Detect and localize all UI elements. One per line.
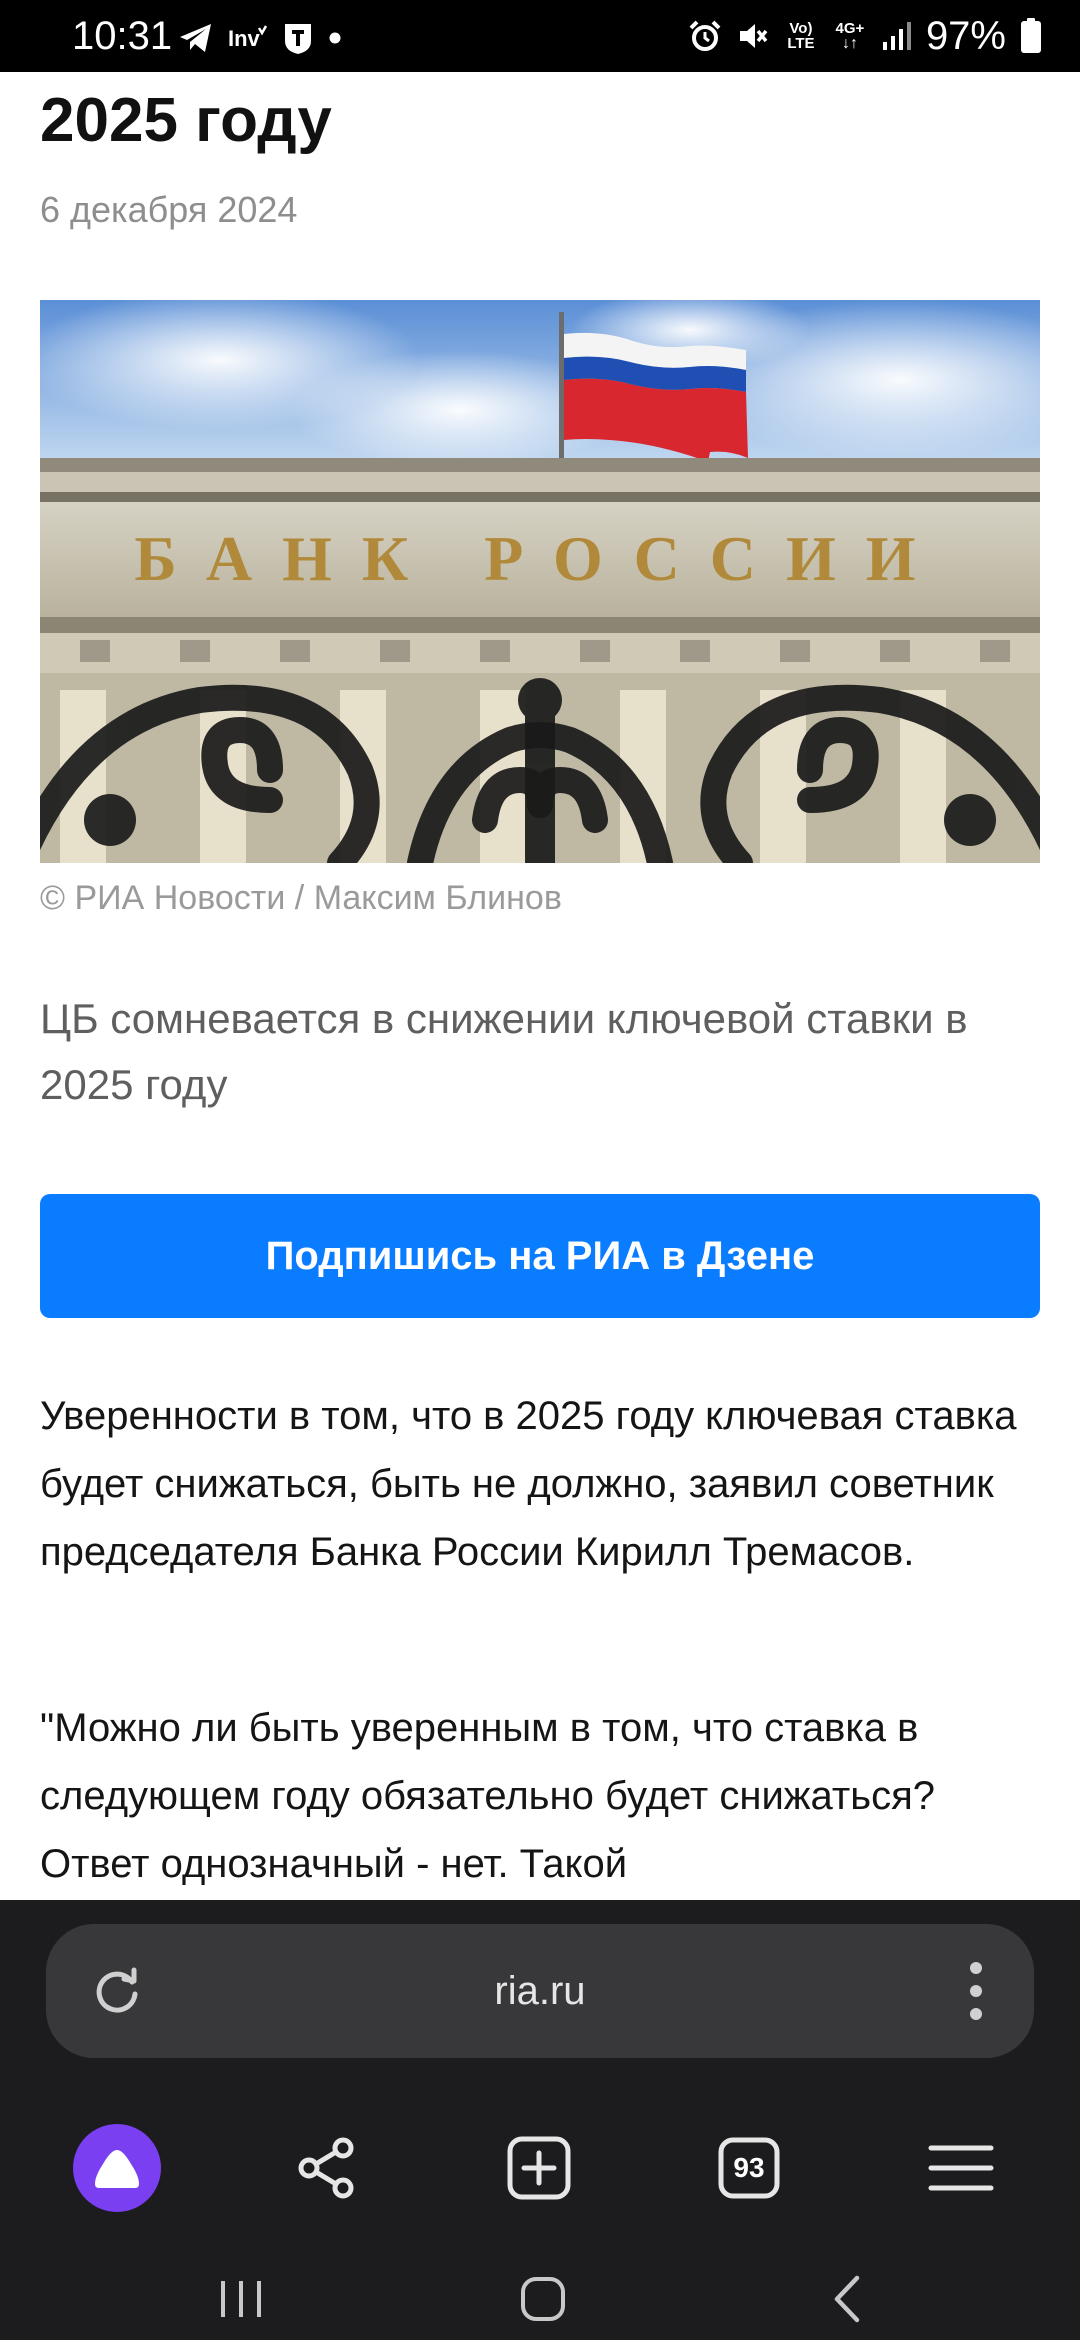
- browser-toolbar: 93: [0, 2098, 1080, 2238]
- 4g-icon: 4G+ ↓↑: [832, 21, 868, 52]
- article-paragraph: "Можно ли быть уверенным в том, что став…: [40, 1706, 935, 1886]
- recent-apps-icon: [221, 2281, 261, 2317]
- address-bar[interactable]: ria.ru: [46, 1924, 1034, 2058]
- notification-icons: Inv: [178, 20, 342, 56]
- shield-app-icon: [285, 24, 311, 54]
- back-button[interactable]: [787, 2258, 907, 2340]
- battery-percent: 97%: [925, 14, 1006, 58]
- article-date: 6 декабря 2024: [40, 189, 298, 230]
- browser-bottom-bar: ria.ru 93: [0, 1900, 1080, 2340]
- status-bar: 10:31 Inv Vo) LTE 4G+ ↓↑ 97%: [0, 0, 1080, 72]
- article-photo[interactable]: БАНК РОССИИ: [40, 300, 1040, 863]
- telegram-icon: [180, 24, 211, 52]
- alice-icon: [73, 2124, 161, 2212]
- svg-text:Inv: Inv: [228, 26, 261, 51]
- status-time: 10:31: [72, 14, 173, 58]
- share-button[interactable]: [257, 2098, 397, 2238]
- signal-icon: [882, 22, 911, 50]
- new-tab-icon: [507, 2136, 571, 2200]
- system-icons: Vo) LTE 4G+ ↓↑ 97%: [688, 14, 1042, 58]
- system-nav-bar: [0, 2258, 1080, 2340]
- battery-icon: [1021, 18, 1041, 53]
- back-icon: [834, 2275, 860, 2323]
- tabs-count: 93: [733, 2152, 765, 2183]
- photo-credit: © РИА Новости / Максим Блинов: [40, 879, 562, 917]
- article-lead: ЦБ сомневается в снижении ключевой ставк…: [40, 995, 968, 1108]
- menu-icon: [928, 2145, 994, 2191]
- new-tab-button[interactable]: [469, 2098, 609, 2238]
- more-options-icon[interactable]: [966, 1960, 986, 2022]
- network-label: 4G+: [835, 19, 865, 37]
- url-text[interactable]: ria.ru: [46, 1967, 1034, 2015]
- menu-button[interactable]: [891, 2098, 1031, 2238]
- volte-label: Vo) LTE: [787, 20, 815, 52]
- alarm-icon: [689, 20, 721, 51]
- recent-apps-button[interactable]: [181, 2258, 301, 2340]
- tabs-button[interactable]: 93: [679, 2098, 819, 2238]
- alice-button[interactable]: [47, 2098, 187, 2238]
- bank-of-russia-photo: БАНК РОССИИ: [40, 300, 1040, 863]
- volte-icon: Vo) LTE: [784, 21, 818, 51]
- article-paragraph: Уверенности в том, что в 2025 году ключе…: [40, 1394, 1017, 1574]
- article-title: 2025 году: [40, 86, 332, 155]
- subscribe-dzen-button[interactable]: Подпишись на РИА в Дзене: [40, 1194, 1040, 1318]
- mute-icon: [739, 24, 768, 48]
- dot-icon: [329, 32, 341, 44]
- share-icon: [298, 2137, 354, 2199]
- home-icon: [521, 2277, 565, 2321]
- photo-sign-text: БАНК РОССИИ: [134, 523, 945, 594]
- investing-icon: Inv: [228, 25, 268, 51]
- home-button[interactable]: [483, 2258, 603, 2340]
